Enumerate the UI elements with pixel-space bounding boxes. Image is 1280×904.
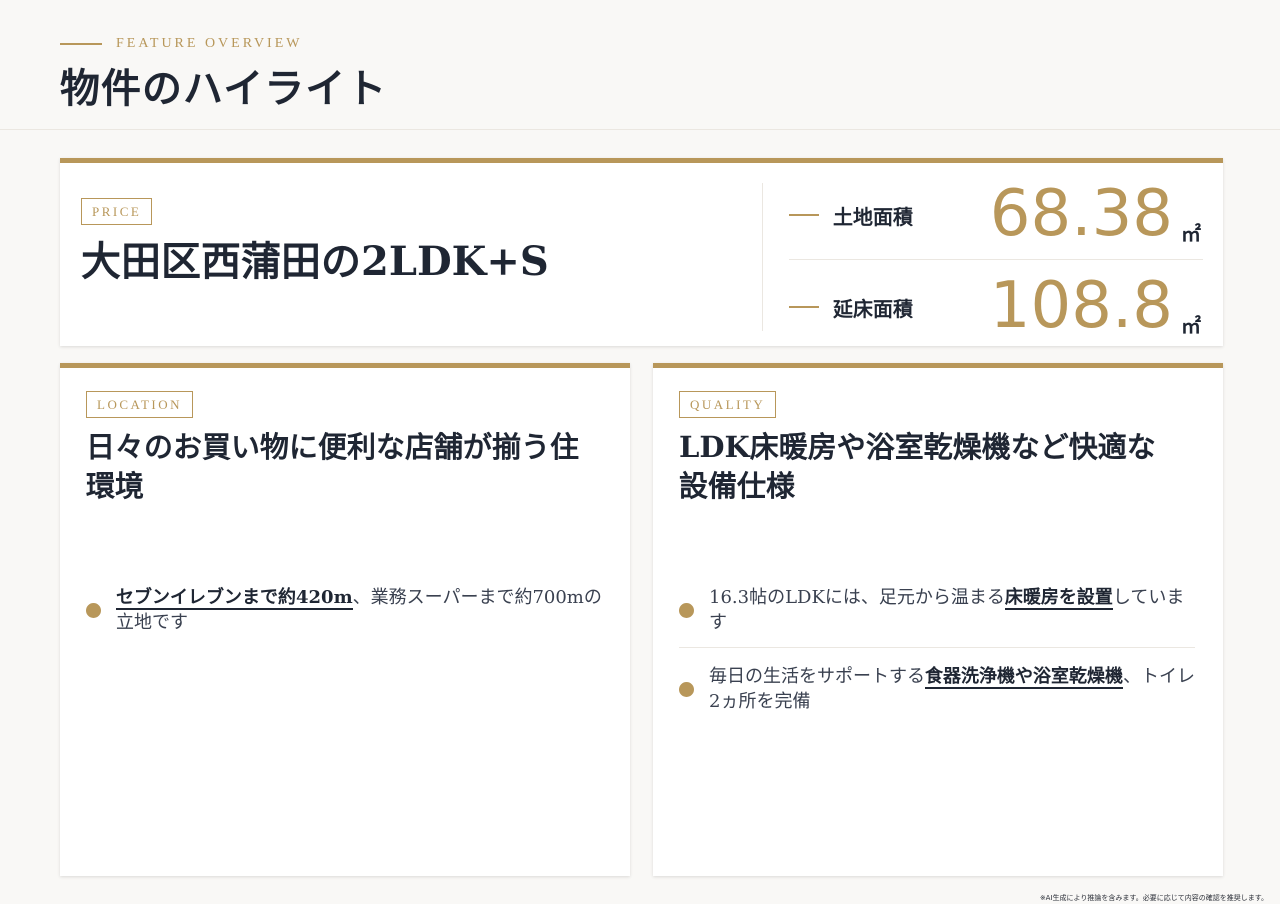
price-tag: PRICE [81,198,153,225]
highlight-text: セブンイレブンまで約420m [116,587,353,610]
list-item: セブンイレブンまで約420m、業務スーパーまで約700mの立地です [86,585,602,635]
bullet-dot [679,602,694,618]
property-title: 大田区西蒲田の2LDK+S [81,238,549,285]
bullet-dot [86,602,101,618]
stat-value: 68.38 [989,177,1173,251]
stat-label: 土地面積 [833,205,913,229]
bullet-before: 毎日の生活をサポートする [709,666,925,687]
divider [762,183,763,331]
bullet-text: 16.3帖のLDKには、足元から温まる床暖房を設置しています [709,585,1195,635]
eyebrow: FEATURE OVERVIEW [60,35,302,53]
stat-value: 108.8 [989,269,1173,343]
stat-unit: ㎡ [1181,314,1201,338]
bullet-text: 毎日の生活をサポートする食器洗浄機や浴室乾燥機、トイレ2ヵ所を完備 [709,664,1195,714]
highlight-text: 床暖房を設置 [1004,587,1113,610]
stat-unit: ㎡ [1181,222,1201,246]
highlight-text: 食器洗浄機や浴室乾燥機 [925,666,1123,689]
stat-label: 延床面積 [833,297,913,321]
quality-title: LDK床暖房や浴室乾燥機など快適な設備仕様 [679,430,1156,503]
bullet-text: セブンイレブンまで約420m、業務スーパーまで約700mの立地です [116,585,602,635]
price-card: PRICE 大田区西蒲田の2LDK+S 土地面積 68.38 ㎡ 延床面積 10… [60,158,1223,346]
page-header: FEATURE OVERVIEW 物件のハイライト [0,0,1280,130]
location-tag: LOCATION [86,391,193,418]
eyebrow-text: FEATURE OVERVIEW [116,36,303,51]
bullet-separator [679,647,1195,648]
page-title: 物件のハイライト [60,65,388,112]
stat-dash [789,214,819,216]
quality-tag: QUALITY [679,391,777,418]
footnote: ※AI生成により推論を含みます。必要に応じて内容の確認を推奨します。 [1039,894,1268,902]
list-item: 16.3帖のLDKには、足元から温まる床暖房を設置しています [679,585,1195,635]
stat-land-area: 土地面積 68.38 ㎡ [789,168,1203,260]
stat-dash [789,306,819,308]
location-card: LOCATION 日々のお買い物に便利な店舗が揃う住環境 セブンイレブンまで約4… [60,363,630,876]
eyebrow-line [60,43,102,45]
bullet-before: 16.3帖のLDKには、足元から温まる [709,587,1005,608]
location-title: 日々のお買い物に便利な店舗が揃う住環境 [86,430,580,503]
stat-floor-area: 延床面積 108.8 ㎡ [789,260,1203,352]
bullet-dot [679,681,694,697]
list-item: 毎日の生活をサポートする食器洗浄機や浴室乾燥機、トイレ2ヵ所を完備 [679,664,1195,714]
quality-card: QUALITY LDK床暖房や浴室乾燥機など快適な設備仕様 16.3帖のLDKに… [653,363,1223,876]
